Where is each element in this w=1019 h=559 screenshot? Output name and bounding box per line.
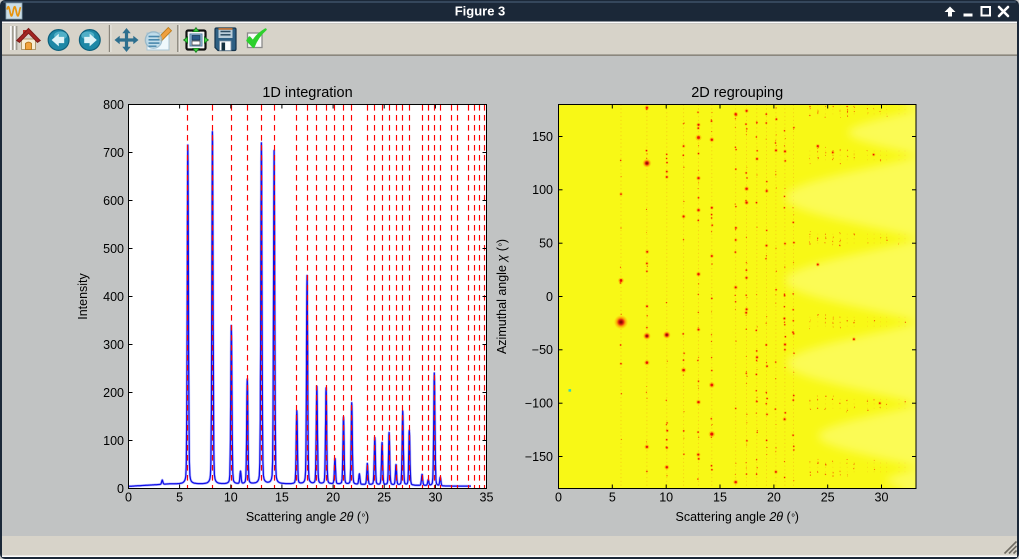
svg-text:−50: −50	[532, 343, 553, 357]
svg-text:0: 0	[117, 482, 124, 496]
svg-text:Scattering angle 2θ (°): Scattering angle 2θ (°)	[246, 510, 369, 524]
svg-text:800: 800	[103, 98, 124, 112]
svg-text:5: 5	[176, 491, 183, 505]
svg-text:15: 15	[275, 491, 289, 505]
svg-text:700: 700	[103, 146, 124, 160]
svg-text:Azimuthal angle χ (°): Azimuthal angle χ (°)	[495, 239, 509, 354]
svg-text:200: 200	[103, 386, 124, 400]
svg-text:30: 30	[428, 491, 442, 505]
svg-text:10: 10	[659, 491, 673, 505]
svg-text:Scattering angle 2θ (°): Scattering angle 2θ (°)	[676, 510, 799, 524]
svg-text:50: 50	[539, 237, 553, 251]
svg-text:600: 600	[103, 194, 124, 208]
svg-text:100: 100	[103, 434, 124, 448]
svg-text:0: 0	[125, 491, 132, 505]
svg-text:−150: −150	[525, 450, 553, 464]
svg-text:1D integration: 1D integration	[262, 85, 352, 101]
svg-text:20: 20	[326, 491, 340, 505]
svg-text:2D regrouping: 2D regrouping	[691, 85, 783, 101]
svg-text:0: 0	[546, 290, 553, 304]
svg-text:150: 150	[532, 130, 553, 144]
svg-text:100: 100	[532, 183, 553, 197]
svg-text:0: 0	[555, 491, 562, 505]
svg-text:20: 20	[767, 491, 781, 505]
svg-text:25: 25	[377, 491, 391, 505]
svg-text:400: 400	[103, 290, 124, 304]
svg-text:30: 30	[875, 491, 889, 505]
svg-text:10: 10	[224, 491, 238, 505]
svg-text:25: 25	[821, 491, 835, 505]
svg-text:300: 300	[103, 338, 124, 352]
svg-text:Intensity: Intensity	[76, 272, 90, 319]
svg-text:15: 15	[713, 491, 727, 505]
svg-text:5: 5	[609, 491, 616, 505]
svg-text:−100: −100	[525, 397, 553, 411]
svg-text:35: 35	[480, 491, 494, 505]
svg-text:500: 500	[103, 242, 124, 256]
